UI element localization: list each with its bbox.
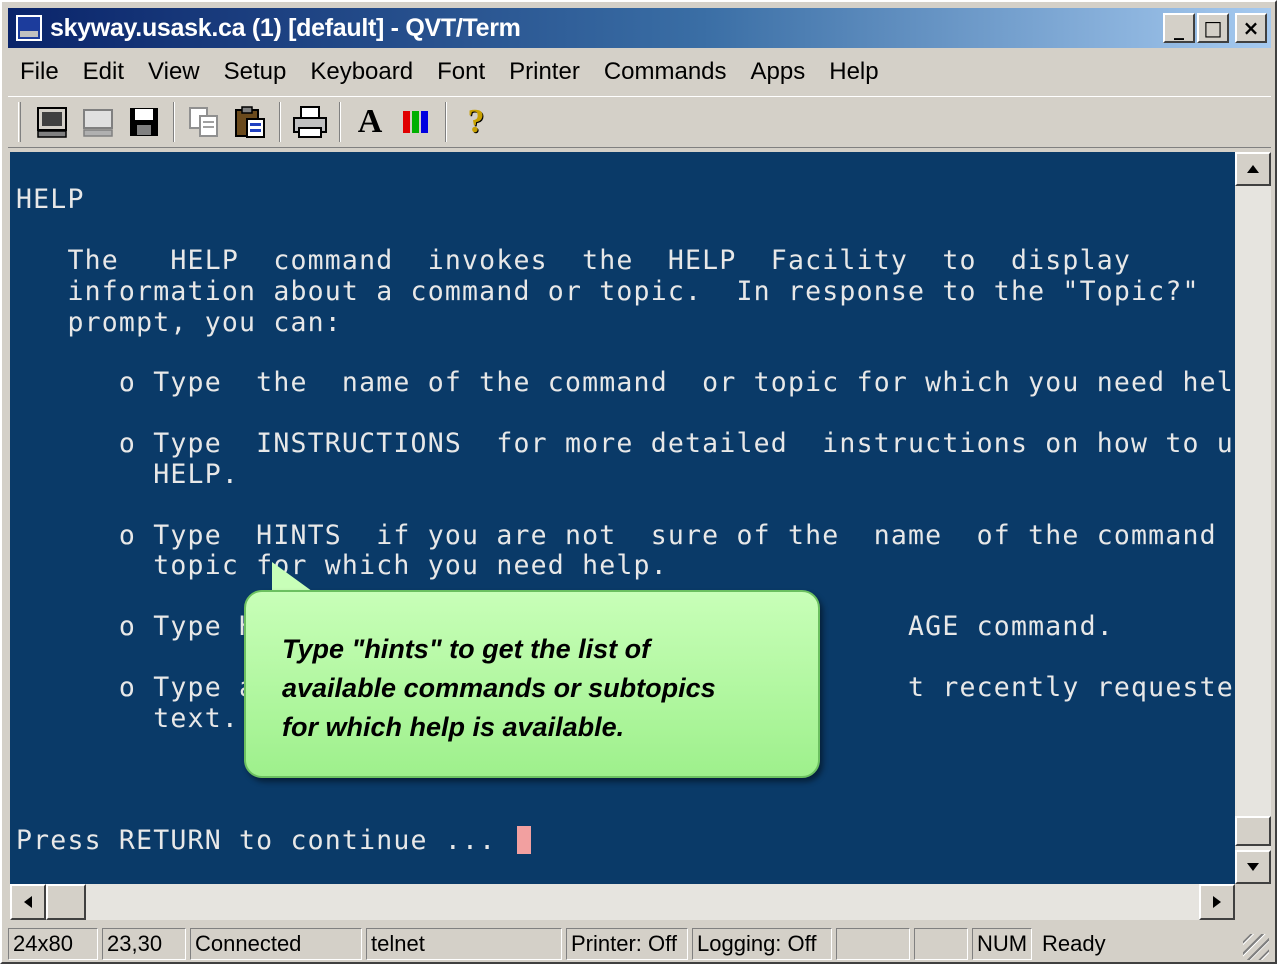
toolbar-grip[interactable]: [18, 102, 21, 142]
menu-bar: File Edit View Setup Keyboard Font Print…: [8, 52, 891, 92]
print-icon: [293, 106, 327, 138]
status-bar: 24x80 23,30 Connected telnet Printer: Of…: [8, 926, 1271, 962]
close-icon: ×: [1242, 16, 1260, 40]
arrow-down-icon: [1247, 863, 1259, 871]
scroll-left-button[interactable]: [10, 884, 46, 920]
terminal-button[interactable]: [29, 100, 75, 144]
menu-view[interactable]: View: [136, 58, 212, 86]
close-button[interactable]: ×: [1235, 13, 1267, 43]
terminal-line: HELP.: [16, 459, 240, 490]
copy-icon: [189, 107, 218, 137]
status-logging: Logging: Off: [692, 928, 832, 960]
terminal-line: topic for which you need help.: [16, 550, 668, 581]
menu-printer[interactable]: Printer: [497, 58, 592, 86]
toolbar-separator: [279, 102, 281, 142]
toolbar-separator: [445, 102, 447, 142]
minimize-icon: _: [1174, 16, 1184, 40]
font-icon: A: [357, 103, 383, 140]
colors-icon: [403, 111, 428, 133]
toolbar-separator: [173, 102, 175, 142]
menu-setup[interactable]: Setup: [212, 58, 299, 86]
callout-line: Type "hints" to get the list of: [282, 634, 651, 664]
horizontal-scroll-thumb[interactable]: [46, 884, 86, 920]
print-button[interactable]: [287, 100, 333, 144]
status-num-lock: NUM: [972, 928, 1032, 960]
copy-button[interactable]: [181, 100, 227, 144]
terminal-line: text.: [16, 703, 240, 734]
terminal-line: HELP: [16, 184, 85, 215]
vertical-scrollbar[interactable]: [1235, 152, 1271, 884]
vertical-scroll-thumb[interactable]: [1235, 816, 1271, 846]
terminal-line: o Type INSTRUCTIONS for more detailed in…: [16, 428, 1235, 459]
text-cursor: [517, 826, 532, 854]
toolbar: A ?: [8, 96, 1271, 148]
resize-grip[interactable]: [1243, 934, 1269, 960]
title-bar[interactable]: skyway.usask.ca (1) [default] - QVT/Term…: [8, 8, 1271, 48]
disconnect-button[interactable]: [75, 100, 121, 144]
terminal-line: o Type the name of the command or topic …: [16, 367, 1235, 398]
status-cursor-position: 23,30: [102, 928, 186, 960]
scroll-up-button[interactable]: [1235, 152, 1271, 186]
terminal-line: information about a command or topic. In…: [16, 276, 1200, 307]
arrow-left-icon: [24, 896, 32, 908]
menu-keyboard[interactable]: Keyboard: [298, 58, 425, 86]
scrollbar-corner: [1235, 884, 1271, 920]
colors-button[interactable]: [393, 100, 439, 144]
toolbar-separator: [339, 102, 341, 142]
terminal-line: The HELP command invokes the HELP Facili…: [16, 245, 1132, 276]
font-button[interactable]: A: [347, 100, 393, 144]
menu-help[interactable]: Help: [817, 58, 890, 86]
annotation-callout: Type "hints" to get the list of availabl…: [244, 590, 820, 778]
terminal-line: prompt, you can:: [16, 307, 342, 338]
status-ready: Ready: [1042, 931, 1106, 956]
prompt-text: Press RETURN to continue ...: [16, 825, 514, 856]
paste-icon: [235, 106, 265, 138]
menu-font[interactable]: Font: [425, 58, 497, 86]
app-icon[interactable]: [16, 15, 42, 41]
status-connection: Connected: [190, 928, 362, 960]
callout-line: available commands or subtopics: [282, 673, 716, 703]
status-empty-pane: [836, 928, 910, 960]
help-button[interactable]: ?: [453, 100, 499, 144]
status-printer: Printer: Off: [566, 928, 688, 960]
scroll-right-button[interactable]: [1199, 884, 1235, 920]
menu-apps[interactable]: Apps: [739, 58, 818, 86]
terminal-icon: [37, 107, 67, 138]
menu-edit[interactable]: Edit: [71, 58, 136, 86]
window-title: skyway.usask.ca (1) [default] - QVT/Term: [50, 13, 521, 42]
minimize-button[interactable]: _: [1163, 13, 1195, 43]
paste-button[interactable]: [227, 100, 273, 144]
terminal-line: o Type HINTS if you are not sure of the …: [16, 520, 1235, 551]
menu-file[interactable]: File: [8, 58, 71, 86]
help-icon: ?: [467, 103, 485, 140]
status-protocol: telnet: [366, 928, 562, 960]
horizontal-scrollbar[interactable]: [10, 884, 1235, 920]
maximize-button[interactable]: □: [1197, 13, 1229, 43]
qvt-term-window: skyway.usask.ca (1) [default] - QVT/Term…: [0, 0, 1277, 964]
arrow-up-icon: [1247, 165, 1259, 173]
save-icon: [130, 108, 158, 136]
menu-commands[interactable]: Commands: [592, 58, 739, 86]
arrow-right-icon: [1213, 896, 1221, 908]
status-terminal-size: 24x80: [8, 928, 98, 960]
maximize-icon: □: [1203, 16, 1223, 40]
disconnect-icon: [83, 109, 113, 137]
save-button[interactable]: [121, 100, 167, 144]
terminal-prompt: Press RETURN to continue ...: [16, 825, 532, 856]
callout-line: for which help is available.: [282, 712, 625, 742]
status-empty-pane: [914, 928, 968, 960]
scroll-down-button[interactable]: [1235, 850, 1271, 884]
